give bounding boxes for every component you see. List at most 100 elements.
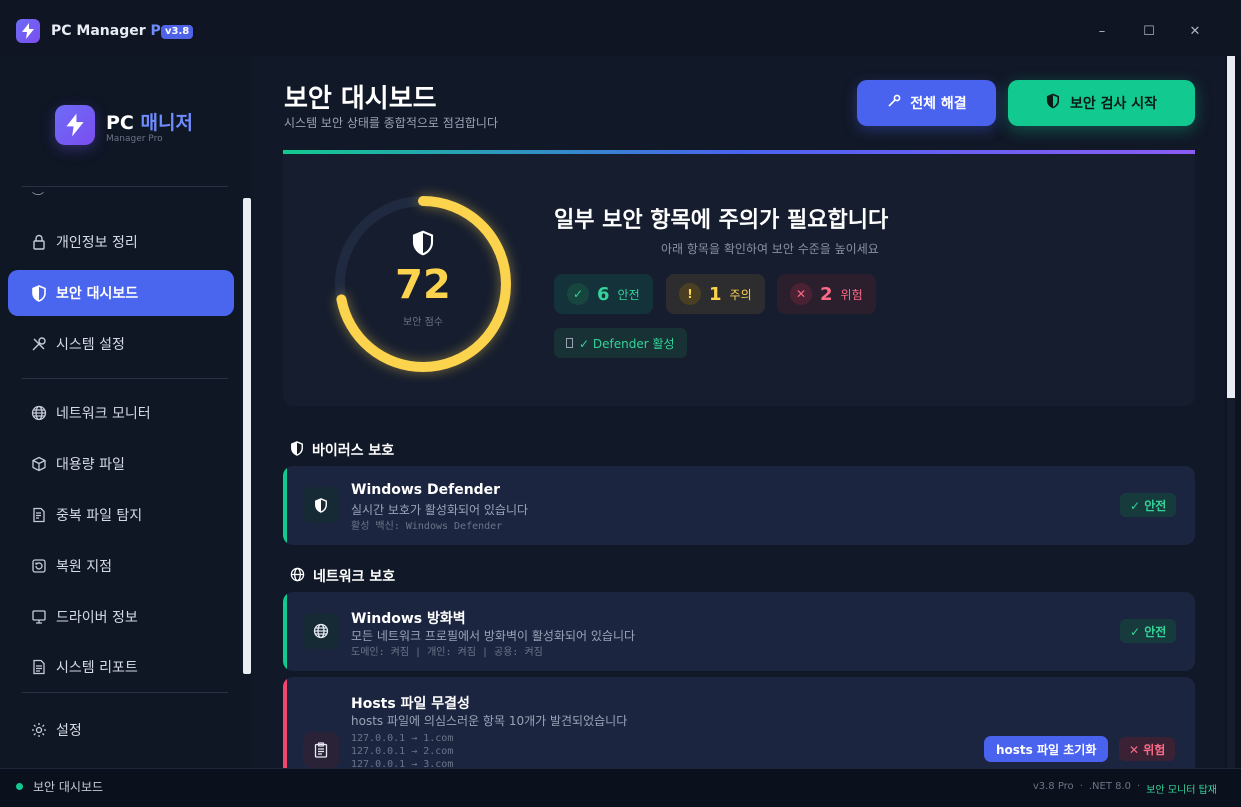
status-badge: ✕ 위험 — [1119, 737, 1176, 761]
hosts-entry: 127.0.0.1 → 3.com — [351, 759, 454, 768]
box-icon — [30, 455, 48, 473]
sidebar-item-privacy[interactable]: 개인정보 정리 — [8, 219, 234, 265]
sidebar-scrollbar[interactable] — [243, 198, 251, 674]
start-scan-button[interactable]: 보안 검사 시작 — [1008, 80, 1195, 126]
minimize-button[interactable]: – — [1092, 22, 1112, 42]
scrollbar-thumb[interactable] — [1227, 398, 1235, 768]
app-window: PC Manager Pro v3.8 – ☐ ✕ PC 매니저 Manager… — [0, 0, 1241, 807]
sidebar-item-label: 보안 대시보드 — [56, 286, 139, 302]
brand-name: PC 매니저 — [106, 112, 193, 134]
app-title: PC Manager Pro — [51, 23, 177, 39]
sidebar-item-restore-point[interactable]: 복원 지점 — [8, 543, 234, 589]
sidebar-item-label: 설정 — [56, 723, 82, 739]
main-content: 보안 대시보드 시스템 보안 상태를 종합적으로 점검합니다 전체 해결 보안 … — [252, 56, 1225, 768]
sidebar-item-network-monitor[interactable]: 네트워크 모니터 — [8, 390, 234, 436]
section-title-label: 네트워크 보호 — [313, 569, 396, 585]
sidebar-item-label: 시스템 설정 — [56, 337, 125, 353]
sidebar-item-security-dashboard[interactable]: 보안 대시보드 — [8, 270, 234, 316]
shield-icon — [303, 487, 339, 523]
hosts-entry: 127.0.0.1 → 2.com — [351, 746, 454, 757]
x-icon: ✕ — [790, 283, 812, 305]
summary-subline: 아래 항목을 확인하여 보안 수준을 높이세요 — [661, 242, 879, 256]
restore-icon — [30, 557, 48, 575]
warning-icon: ! — [679, 283, 701, 305]
main-scrollbar[interactable] — [1225, 56, 1241, 768]
version-badge: v3.8 — [161, 25, 194, 39]
sidebar-item-label: 개인정보 정리 — [56, 235, 138, 251]
sidebar-divider — [22, 378, 228, 379]
check-icon: ✓ — [567, 283, 589, 305]
card-description: 모든 네트워크 프로필에서 방화벽이 활성화되어 있습니다 — [351, 629, 636, 643]
page-subtitle: 시스템 보안 상태를 종합적으로 점검합니다 — [284, 116, 498, 130]
scrollbar-track — [1227, 56, 1235, 398]
score-label: 보안 점수 — [403, 317, 443, 328]
sidebar-item-label: 시스템 리포트 — [56, 660, 138, 676]
maximize-button[interactable]: ☐ — [1139, 22, 1159, 42]
sidebar-item-label: 복원 지점 — [56, 559, 112, 575]
status-badge: ✓ 안전 — [1120, 619, 1177, 643]
score-value: 72 — [395, 262, 451, 308]
summary-headline: 일부 보안 항목에 주의가 필요합니다 — [554, 208, 889, 233]
defender-card[interactable]: Windows Defender 실시간 보호가 활성화되어 있습니다 활성 백… — [283, 466, 1195, 545]
sidebar-item-driver-info[interactable]: 드라이버 정보 — [8, 594, 234, 640]
sidebar-item-label: 중복 파일 탐지 — [56, 508, 143, 524]
sidebar-item-settings[interactable]: 설정 — [8, 707, 234, 753]
hosts-entry: 127.0.0.1 → 1.com — [351, 733, 454, 744]
status-text: 보안 대시보드 — [33, 780, 104, 794]
file-search-icon — [30, 506, 48, 524]
sidebar-item-system-report[interactable]: 시스템 리포트 — [8, 644, 234, 690]
warning-count-chip[interactable]: ! 1 주의 — [666, 274, 765, 314]
reset-hosts-button[interactable]: hosts 파일 초기화 — [984, 736, 1109, 762]
status-badge: ✓ 안전 — [1120, 493, 1177, 517]
card-description: hosts 파일에 의심스러운 항목 10개가 발견되었습니다 — [351, 714, 628, 728]
section-title-virus: 바이러스 보호 — [290, 440, 394, 460]
defender-status-label: ✓ Defender 활성 — [579, 336, 675, 351]
firewall-card[interactable]: Windows 방화벽 모든 네트워크 프로필에서 방화벽이 활성화되어 있습니… — [283, 592, 1195, 671]
brand-logo-icon — [55, 105, 95, 145]
sidebar-item-label: 네트워크 모니터 — [56, 406, 151, 422]
placeholder-box-icon — [566, 338, 573, 348]
card-title: Windows 방화벽 — [351, 611, 466, 627]
close-button[interactable]: ✕ — [1185, 22, 1205, 42]
shield-icon — [1046, 93, 1060, 113]
shield-icon — [411, 230, 435, 260]
start-scan-label: 보안 검사 시작 — [1069, 96, 1158, 112]
warning-count: 1 — [709, 283, 722, 305]
gear-icon — [30, 721, 48, 739]
chevron-icon: ︶ — [32, 191, 45, 205]
wrench-icon — [30, 335, 48, 353]
status-dot-icon — [16, 783, 23, 790]
title-bar: PC Manager Pro v3.8 – ☐ ✕ — [0, 0, 1241, 56]
security-summary-panel: 72 보안 점수 일부 보안 항목에 주의가 필요합니다 아래 항목을 확인하여… — [283, 150, 1195, 406]
section-title-network: 네트워크 보호 — [290, 566, 395, 586]
hosts-file-card[interactable]: Hosts 파일 무결성 hosts 파일에 의심스러운 항목 10개가 발견되… — [283, 677, 1195, 768]
warning-label: 주의 — [729, 287, 752, 302]
safe-count-chip[interactable]: ✓ 6 안전 — [554, 274, 653, 314]
sidebar-item-label: 대용량 파일 — [56, 457, 125, 473]
lock-icon — [30, 233, 48, 251]
computer-icon — [30, 608, 48, 626]
defender-status-tag: ✓ Defender 활성 — [554, 328, 687, 358]
sidebar-item-system-settings[interactable]: 시스템 설정 — [8, 321, 234, 367]
card-title: Windows Defender — [351, 482, 501, 498]
danger-count-chip[interactable]: ✕ 2 위험 — [777, 274, 876, 314]
page-title: 보안 대시보드 — [284, 84, 437, 114]
sidebar-item-duplicate-files[interactable]: 중복 파일 탐지 — [8, 492, 234, 538]
fix-all-label: 전체 해결 — [910, 96, 967, 112]
status-edge — [283, 677, 287, 768]
gradient-accent-bar — [283, 150, 1195, 154]
safe-label: 안전 — [617, 287, 640, 302]
danger-count: 2 — [820, 283, 833, 305]
safe-count: 6 — [597, 283, 610, 305]
card-title: Hosts 파일 무결성 — [351, 696, 470, 712]
globe-icon — [30, 404, 48, 422]
clipboard-icon — [303, 732, 339, 768]
status-separator: · — [1137, 781, 1141, 792]
fix-all-button[interactable]: 전체 해결 — [857, 80, 996, 126]
globe-icon — [290, 567, 305, 586]
status-info: v3.8 Pro · .NET 8.0 · 보안 모니터 탑재 — [1033, 781, 1217, 796]
sidebar-item-large-files[interactable]: 대용량 파일 — [8, 441, 234, 487]
status-bar: 보안 대시보드 v3.8 Pro · .NET 8.0 · 보안 모니터 탑재 — [0, 768, 1241, 807]
status-version: v3.8 Pro — [1032, 781, 1074, 792]
status-edge — [283, 466, 287, 545]
